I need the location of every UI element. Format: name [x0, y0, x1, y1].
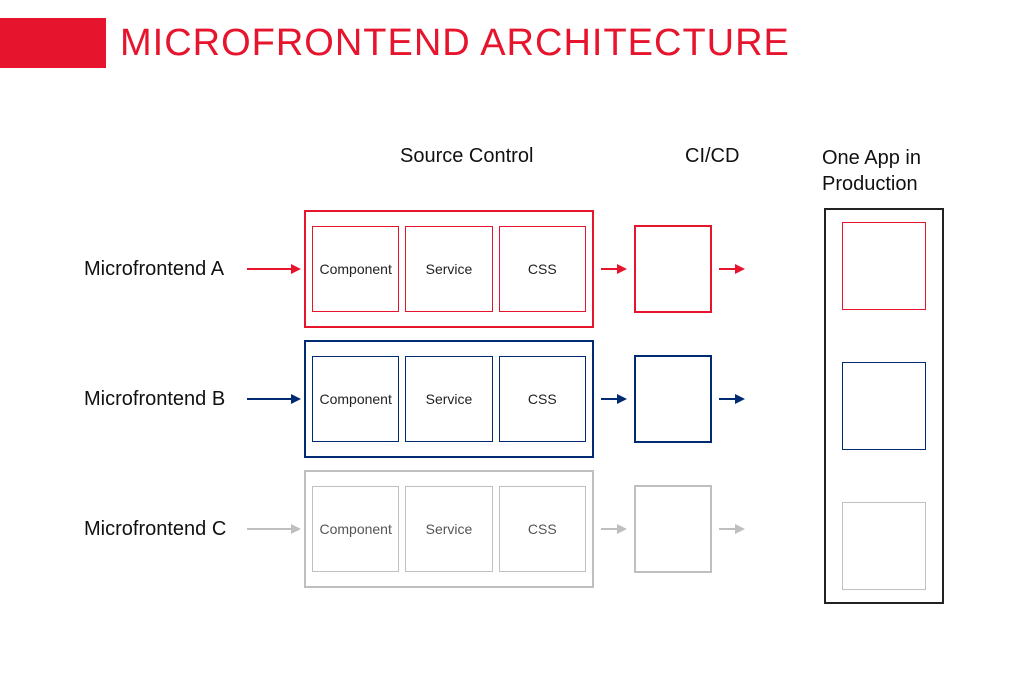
- cicd-box-b: [634, 355, 712, 443]
- component-box: Component: [312, 486, 399, 572]
- col-label-prod: One App in Production: [822, 145, 942, 197]
- diagram: Microfrontend A Component Service CSS Mi…: [84, 210, 954, 600]
- production-column: [824, 208, 944, 604]
- component-box: Component: [312, 226, 399, 312]
- accent-block: [0, 18, 106, 68]
- source-box-c: Component Service CSS: [304, 470, 594, 588]
- cicd-box-c: [634, 485, 712, 573]
- page-title: MICROFRONTEND ARCHITECTURE: [120, 22, 790, 65]
- arrow-icon: [712, 522, 752, 536]
- col-label-cicd: CI/CD: [685, 145, 739, 168]
- css-box: CSS: [499, 356, 586, 442]
- arrow-icon: [712, 262, 752, 276]
- arrow-icon: [594, 262, 634, 276]
- prod-box-a: [842, 222, 926, 310]
- css-box: CSS: [499, 226, 586, 312]
- arrow-icon: [244, 262, 304, 276]
- row-c-label: Microfrontend C: [84, 518, 244, 541]
- source-box-b: Component Service CSS: [304, 340, 594, 458]
- prod-box-c: [842, 502, 926, 590]
- arrow-icon: [244, 522, 304, 536]
- col-label-source: Source Control: [400, 145, 533, 168]
- component-box: Component: [312, 356, 399, 442]
- prod-box-b: [842, 362, 926, 450]
- arrow-icon: [594, 522, 634, 536]
- row-b-label: Microfrontend B: [84, 388, 244, 411]
- service-box: Service: [405, 226, 492, 312]
- service-box: Service: [405, 356, 492, 442]
- arrow-icon: [244, 392, 304, 406]
- arrow-icon: [594, 392, 634, 406]
- service-box: Service: [405, 486, 492, 572]
- source-box-a: Component Service CSS: [304, 210, 594, 328]
- header: MICROFRONTEND ARCHITECTURE: [0, 0, 1024, 68]
- row-a-label: Microfrontend A: [84, 258, 244, 281]
- css-box: CSS: [499, 486, 586, 572]
- arrow-icon: [712, 392, 752, 406]
- cicd-box-a: [634, 225, 712, 313]
